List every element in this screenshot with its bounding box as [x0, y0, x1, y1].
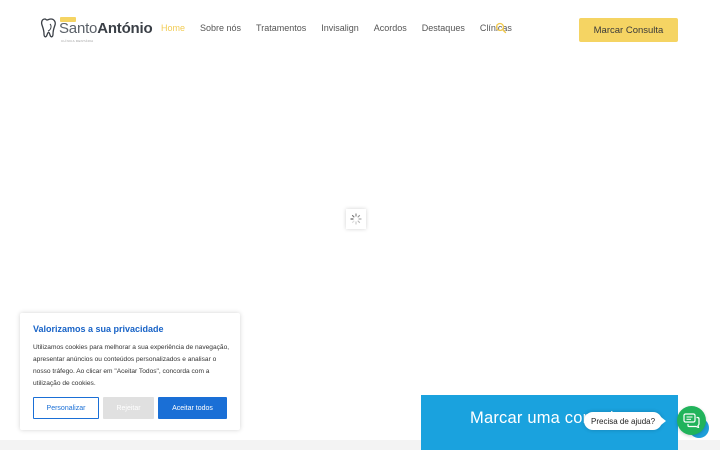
search-icon[interactable] [495, 22, 507, 34]
cookie-accept-all-button[interactable]: Aceitar todos [158, 397, 227, 419]
brand-name: SantoAntónio [59, 20, 153, 37]
cookie-description: Utilizamos cookies para melhorar a sua e… [33, 344, 230, 387]
page-loader [346, 209, 366, 229]
nav-item-home[interactable]: Home [161, 23, 185, 33]
nav-item-sobre-nos[interactable]: Sobre nós [200, 23, 241, 33]
nav-item-tratamentos[interactable]: Tratamentos [256, 23, 306, 33]
nav-item-destaques[interactable]: Destaques [422, 23, 465, 33]
tooth-icon [40, 18, 56, 38]
tooltip-arrow [661, 417, 667, 425]
help-tooltip[interactable]: Precisa de ajuda? [584, 412, 667, 430]
chat-button[interactable] [677, 406, 706, 435]
cookie-reject-button[interactable]: Rejeitar [103, 397, 154, 419]
cookie-customize-button[interactable]: Personalizar [33, 397, 99, 419]
cookie-title: Valorizamos a sua privacidade [33, 324, 164, 334]
book-appointment-button[interactable]: Marcar Consulta [579, 18, 678, 42]
nav-item-acordos[interactable]: Acordos [374, 23, 407, 33]
chat-icon [683, 413, 700, 428]
site-header: SantoAntónio CLÍNICA DENTÁRIA Home Sobre… [0, 0, 720, 60]
spinner-icon [350, 213, 362, 225]
nav-item-invisalign[interactable]: Invisalign [321, 23, 359, 33]
brand-tagline: CLÍNICA DENTÁRIA [61, 39, 94, 43]
brand-logo[interactable]: SantoAntónio CLÍNICA DENTÁRIA [40, 14, 153, 43]
cookie-consent-dialog: Valorizamos a sua privacidade Utilizamos… [20, 313, 240, 430]
help-tooltip-label: Precisa de ajuda? [591, 416, 656, 426]
main-nav: Home Sobre nós Tratamentos Invisalign Ac… [161, 23, 527, 33]
